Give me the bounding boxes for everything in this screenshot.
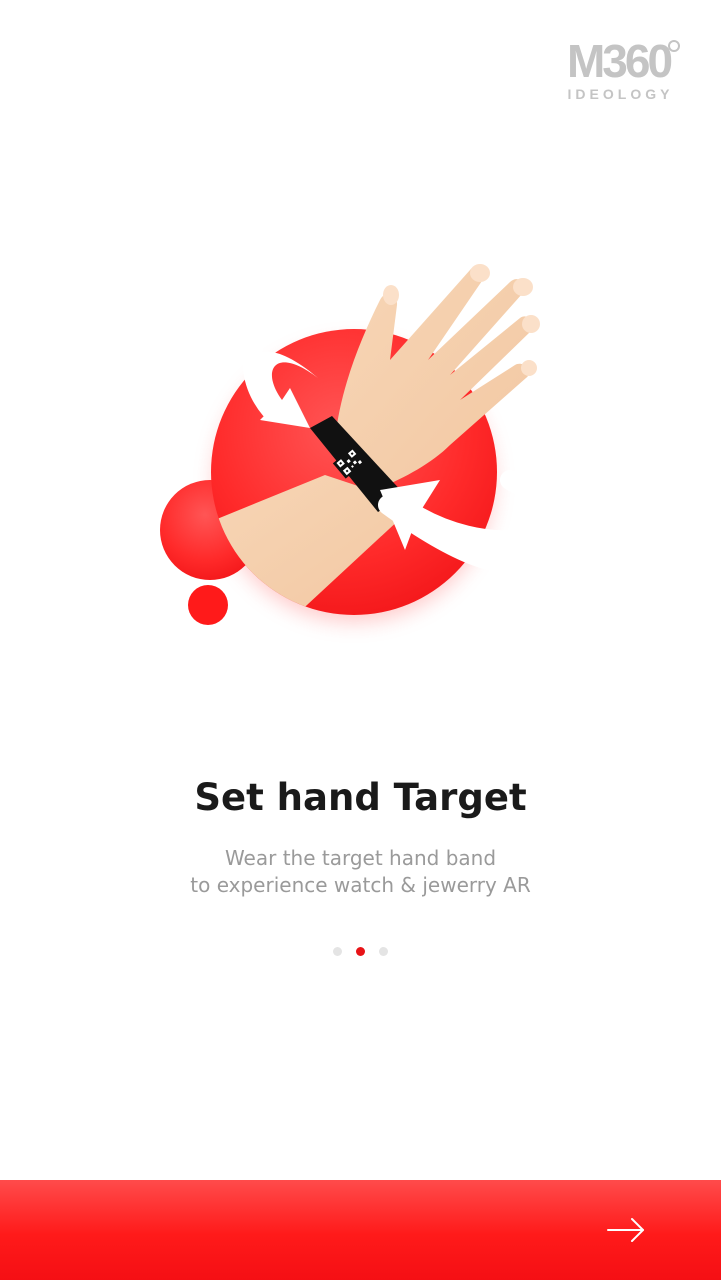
subtitle-line-1: Wear the target hand band [224, 846, 497, 870]
subtitle-line-2: to experience watch & jewerry AR [190, 873, 531, 897]
logo-tagline: IDEOLOGY [567, 86, 674, 102]
page-dot-2[interactable] [356, 947, 365, 956]
page-title: Set hand Target [194, 776, 527, 819]
page-subtitle: Wear the target hand band to experience … [0, 845, 721, 899]
brand-logo: M360 IDEOLOGY [556, 38, 681, 102]
registered-mark-icon [668, 40, 681, 52]
logo-mark: M360 [567, 38, 681, 84]
arrow-right-icon [607, 1218, 644, 1242]
blob-small [188, 585, 228, 625]
hand-with-wristband-icon [160, 264, 566, 625]
next-button[interactable] [0, 1180, 721, 1280]
page-dot-1[interactable] [333, 947, 342, 956]
page-dot-3[interactable] [379, 947, 388, 956]
page-indicator [0, 947, 721, 956]
